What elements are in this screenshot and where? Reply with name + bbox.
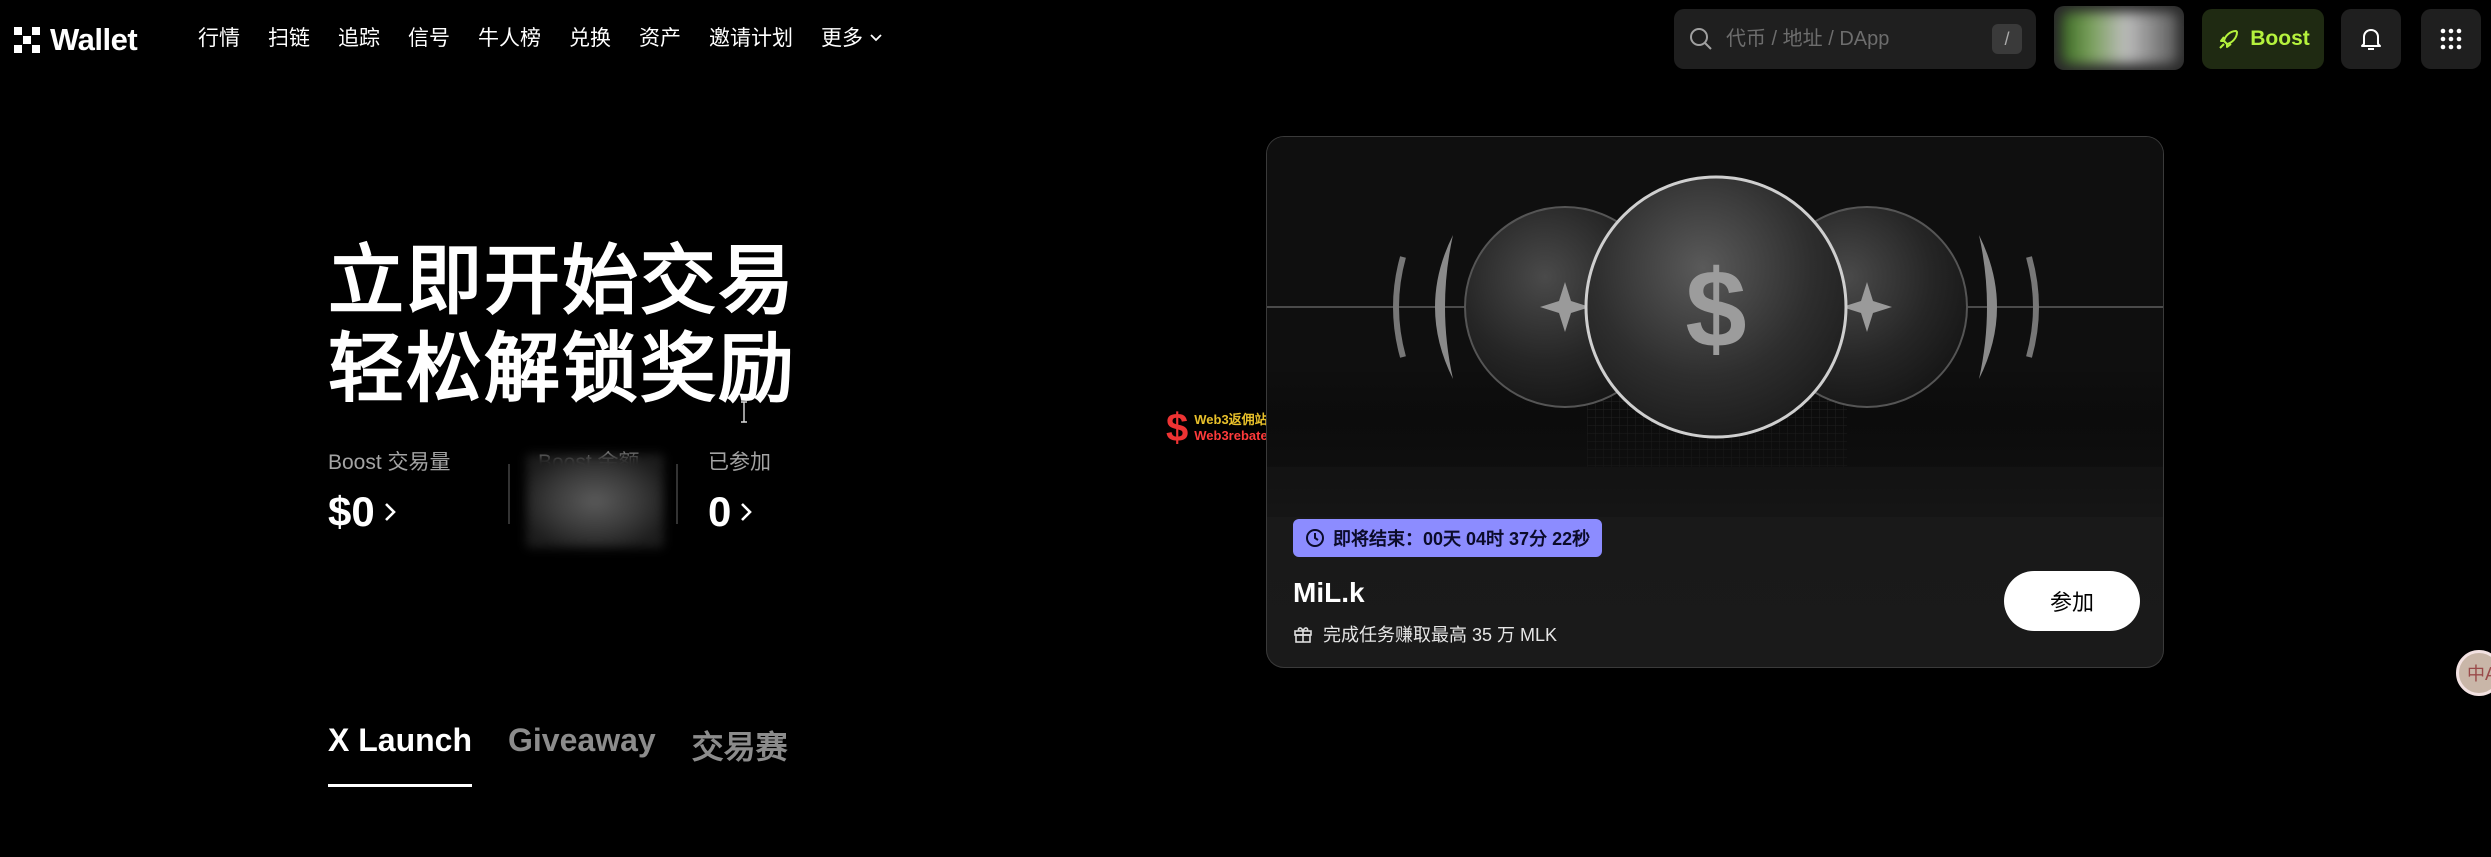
boost-button-label: Boost bbox=[2250, 27, 2310, 50]
search-input[interactable] bbox=[1726, 27, 1992, 51]
gift-icon bbox=[1294, 627, 1312, 643]
search-box[interactable]: / bbox=[1674, 9, 2036, 69]
clock-icon bbox=[1306, 529, 1324, 547]
nav-item-scan[interactable]: 扫链 bbox=[268, 22, 310, 52]
nav-item-signal[interactable]: 信号 bbox=[408, 22, 450, 52]
hero-title-line2: 轻松解锁奖励 bbox=[328, 327, 796, 412]
okx-logo-icon bbox=[14, 27, 40, 53]
svg-text:$: $ bbox=[1685, 248, 1746, 371]
apps-menu-button[interactable] bbox=[2421, 9, 2481, 69]
nav-item-more[interactable]: 更多 bbox=[821, 22, 883, 52]
nav-item-market[interactable]: 行情 bbox=[198, 22, 240, 52]
nav-item-leaderboard[interactable]: 牛人榜 bbox=[478, 22, 541, 52]
tab-trading-competition[interactable]: 交易赛 bbox=[692, 722, 788, 768]
stats-row: Boost 交易量 $0 Boost 余额 已参加 0 bbox=[328, 446, 828, 556]
chevron-right-icon bbox=[384, 503, 396, 521]
chevron-down-icon bbox=[870, 34, 882, 42]
countdown-text: 即将结束：00天 04时 37分 22秒 bbox=[1333, 529, 1591, 549]
top-navigation-bar: Wallet 行情 扫链 追踪 信号 牛人榜 兑换 资产 邀请计划 更多 / B… bbox=[0, 0, 2491, 76]
stat-label: Boost 交易量 bbox=[328, 451, 451, 474]
stat-value-text: $0 bbox=[328, 488, 375, 535]
stat-value: 0 bbox=[708, 488, 828, 536]
countdown-badge: 即将结束：00天 04时 37分 22秒 bbox=[1293, 519, 1603, 557]
wallet-logo[interactable]: Wallet bbox=[14, 22, 138, 58]
floating-translate-badge[interactable]: 中A bbox=[2456, 650, 2491, 696]
text-cursor-icon bbox=[741, 401, 747, 423]
main-nav: 行情 扫链 追踪 信号 牛人榜 兑换 资产 邀请计划 更多 bbox=[198, 22, 911, 52]
search-shortcut-key: / bbox=[1992, 24, 2022, 54]
project-name: MiL.k bbox=[1293, 577, 1365, 608]
stat-boost-volume[interactable]: Boost 交易量 $0 bbox=[328, 446, 478, 556]
stat-boost-balance[interactable]: Boost 余额 bbox=[526, 446, 676, 556]
hero-title-line1: 立即开始交易 bbox=[328, 239, 796, 324]
active-tab-indicator bbox=[328, 784, 472, 787]
tab-x-launch[interactable]: X Launch bbox=[328, 722, 472, 768]
nav-item-assets[interactable]: 资产 bbox=[639, 22, 681, 52]
rocket-icon bbox=[2219, 30, 2239, 49]
avatar-image bbox=[2062, 12, 2178, 64]
stat-label: 已参加 bbox=[708, 451, 771, 474]
stat-divider bbox=[508, 464, 510, 524]
stat-joined[interactable]: 已参加 0 bbox=[708, 446, 828, 556]
chevron-right-icon bbox=[741, 503, 753, 521]
stat-value-hidden bbox=[526, 454, 664, 548]
nav-item-track[interactable]: 追踪 bbox=[338, 22, 380, 52]
reward-text: 完成任务赚取最高 35 万 MLK bbox=[1323, 625, 1558, 645]
launch-card[interactable]: $ 即将结束：00天 04时 37分 22秒 MiL.k 完成任务赚取最高 35… bbox=[1266, 136, 2164, 668]
stat-value: $0 bbox=[328, 488, 478, 536]
hero-title: 立即开始交易 轻松解锁奖励 bbox=[328, 238, 796, 414]
category-tabs: X Launch Giveaway 交易赛 bbox=[328, 722, 824, 768]
coin-illustration: $ bbox=[1267, 137, 2163, 517]
nav-item-referral[interactable]: 邀请计划 bbox=[709, 22, 793, 52]
logo-text: Wallet bbox=[50, 22, 138, 57]
bell-icon bbox=[2361, 29, 2381, 50]
grid-icon bbox=[2440, 28, 2462, 50]
reward-info: 完成任务赚取最高 35 万 MLK bbox=[1293, 621, 1557, 647]
join-button[interactable]: 参加 bbox=[2004, 571, 2140, 631]
nav-item-more-label: 更多 bbox=[821, 27, 863, 50]
search-icon bbox=[1690, 28, 1712, 50]
boost-button[interactable]: Boost bbox=[2202, 9, 2324, 69]
watermark-logo-icon: $ bbox=[1166, 406, 1189, 450]
stat-divider bbox=[676, 464, 678, 524]
nav-item-swap[interactable]: 兑换 bbox=[569, 22, 611, 52]
tab-giveaway[interactable]: Giveaway bbox=[508, 722, 656, 768]
account-avatar[interactable] bbox=[2054, 6, 2184, 70]
notification-button[interactable] bbox=[2341, 9, 2401, 69]
stat-value-text: 0 bbox=[708, 488, 732, 535]
